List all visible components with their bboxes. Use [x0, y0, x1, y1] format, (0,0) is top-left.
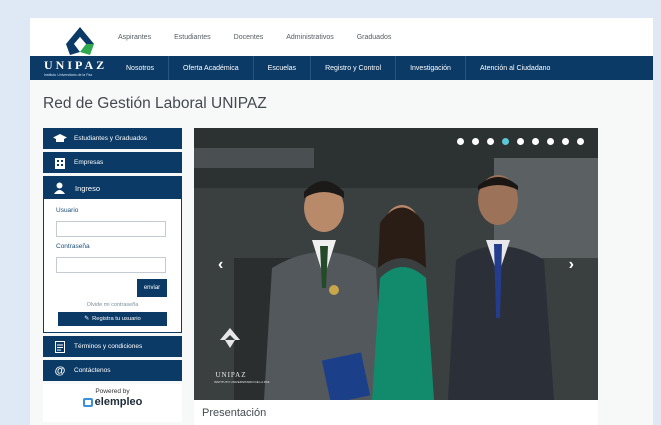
- sidebar-companies-label: Empresas: [74, 159, 104, 166]
- slider-photo: [194, 128, 598, 400]
- slider-dot[interactable]: [577, 138, 584, 145]
- graduation-cap-icon: [53, 133, 67, 145]
- nav-registro-control[interactable]: Registro y Control: [310, 56, 395, 80]
- sidebar-students-graduates[interactable]: Estudiantes y Graduados: [43, 128, 182, 149]
- sidebar-contact[interactable]: @ Contáctenos: [43, 360, 182, 381]
- powered-by-box: Powered by elempleo: [43, 384, 182, 422]
- slider-dot[interactable]: [547, 138, 554, 145]
- sidebar-terms-label: Términos y condiciones: [74, 343, 143, 350]
- main-nav: Nosotros Oferta Académica Escuelas Regis…: [120, 56, 564, 80]
- register-user-button[interactable]: ✎ Registra tu usuario: [58, 312, 167, 326]
- section-title: Presentación: [202, 407, 267, 419]
- top-nav-docentes[interactable]: Docentes: [234, 34, 264, 41]
- login-header: Ingreso: [44, 177, 181, 199]
- watermark-subtitle: INSTITUTO UNIVERSITARIO DE LA PAZ: [214, 380, 270, 384]
- brand-name: UNIPAZ: [44, 58, 108, 72]
- top-nav-estudiantes[interactable]: Estudiantes: [174, 34, 211, 41]
- slider-watermark: UNIPAZ INSTITUTO UNIVERSITARIO DE LA PAZ: [214, 371, 270, 384]
- password-input[interactable]: [56, 257, 166, 273]
- sidebar-companies[interactable]: Empresas: [43, 152, 182, 173]
- sidebar: Estudiantes y Graduados Empresas Ingreso…: [43, 128, 182, 422]
- user-input[interactable]: [56, 221, 166, 237]
- login-body: Usuario Contraseña enviar Olvide mi cont…: [44, 199, 181, 332]
- top-nav-graduados[interactable]: Graduados: [357, 34, 392, 41]
- nav-oferta-academica[interactable]: Oferta Académica: [168, 56, 253, 80]
- top-nav-administrativos[interactable]: Administrativos: [286, 34, 333, 41]
- password-label: Contraseña: [56, 243, 90, 250]
- nav-investigacion[interactable]: Investigación: [395, 56, 465, 80]
- elempleo-logo[interactable]: elempleo: [43, 396, 182, 408]
- slider-dot[interactable]: [562, 138, 569, 145]
- top-bar: Aspirantes Estudiantes Docentes Administ…: [30, 18, 653, 56]
- elempleo-label: elempleo: [94, 396, 143, 408]
- login-title: Ingreso: [75, 183, 101, 193]
- powered-by-text: Powered by: [95, 388, 130, 395]
- nav-atencion-ciudadano[interactable]: Atención al Ciudadano: [464, 56, 564, 80]
- user-icon: [54, 182, 68, 194]
- sidebar-contact-label: Contáctenos: [74, 367, 111, 374]
- slider-dot[interactable]: [532, 138, 539, 145]
- send-button[interactable]: enviar: [137, 279, 167, 297]
- at-sign-icon: @: [54, 364, 66, 377]
- slider-dot[interactable]: [502, 138, 509, 145]
- page-title: Red de Gestión Laboral UNIPAZ: [43, 95, 267, 112]
- page: Aspirantes Estudiantes Docentes Administ…: [30, 18, 653, 425]
- main-nav-bar: UNIPAZ Instituto Universitario de la Paz…: [30, 56, 653, 80]
- slider-dots: [449, 138, 584, 145]
- watermark-name: UNIPAZ: [215, 371, 247, 379]
- top-nav-aspirantes[interactable]: Aspirantes: [118, 34, 151, 41]
- nav-nosotros[interactable]: Nosotros: [120, 56, 168, 80]
- send-row: enviar: [56, 279, 169, 297]
- image-slider[interactable]: ‹ › UNIPAZ INSTITUTO UNIVERSITARIO DE LA…: [194, 128, 598, 400]
- forgot-password-link[interactable]: Olvide mi contraseña: [56, 302, 169, 308]
- register-user-label: Registra tu usuario: [92, 316, 141, 322]
- document-icon: [53, 340, 67, 353]
- sidebar-terms[interactable]: Términos y condiciones: [43, 336, 182, 357]
- brand-subtitle: Instituto Universitario de la Paz: [44, 73, 93, 77]
- slider-dot[interactable]: [472, 138, 479, 145]
- user-label: Usuario: [56, 207, 79, 214]
- building-icon: [53, 157, 67, 169]
- pencil-icon: ✎: [84, 316, 90, 322]
- top-nav: Aspirantes Estudiantes Docentes Administ…: [118, 34, 414, 41]
- login-panel: Ingreso Usuario Contraseña enviar Olvide…: [43, 176, 182, 333]
- nav-escuelas[interactable]: Escuelas: [252, 56, 310, 80]
- slider-next-arrow-icon[interactable]: ›: [569, 256, 574, 274]
- sidebar-students-label: Estudiantes y Graduados: [74, 135, 147, 142]
- slider-dot[interactable]: [487, 138, 494, 145]
- slider-prev-arrow-icon[interactable]: ‹: [218, 256, 223, 274]
- briefcase-icon: [82, 397, 93, 407]
- slider-dot[interactable]: [517, 138, 524, 145]
- brand-logo[interactable]: UNIPAZ Instituto Universitario de la Paz: [44, 58, 107, 77]
- slider-dot[interactable]: [457, 138, 464, 145]
